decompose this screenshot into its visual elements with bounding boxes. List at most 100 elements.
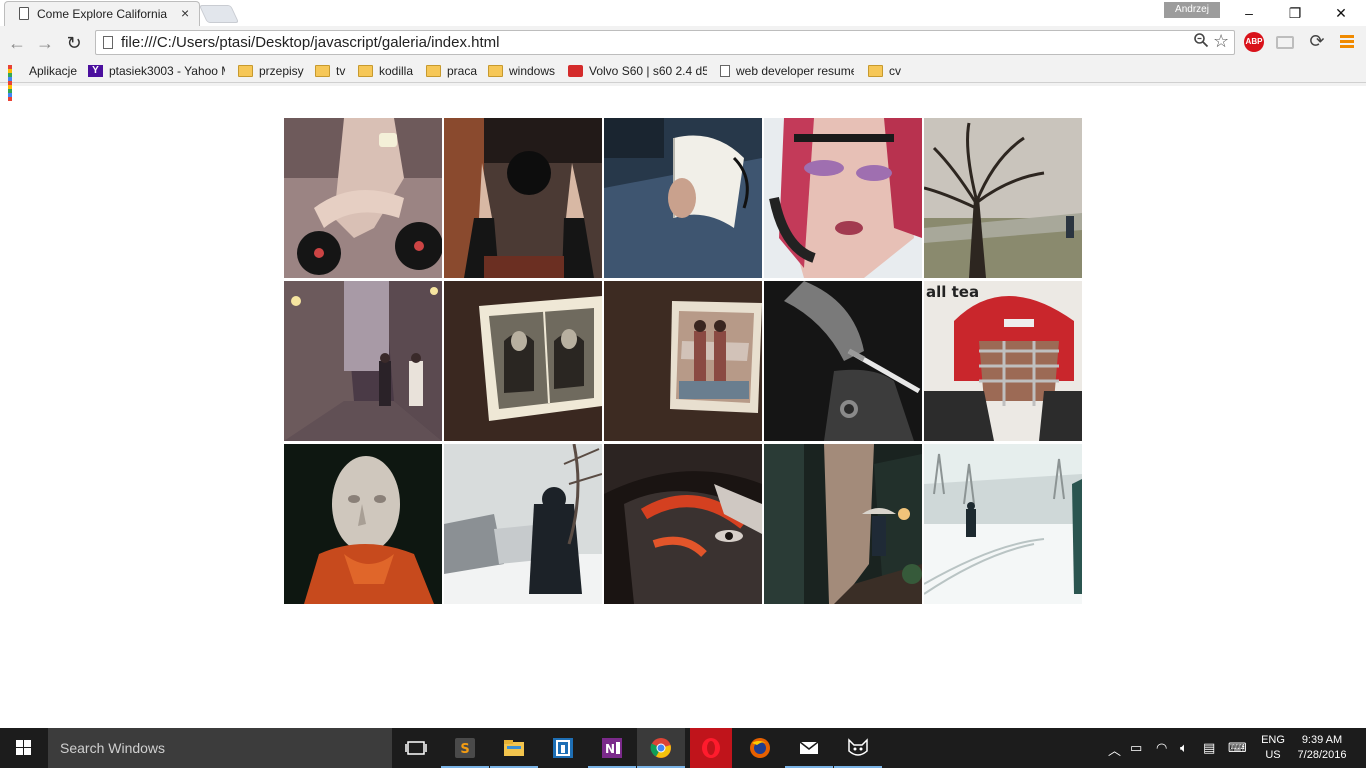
minimize-button[interactable]: – (1226, 2, 1272, 24)
folder-icon (426, 65, 441, 77)
gallery-photo-legs-with-vinyl-records[interactable] (284, 118, 442, 278)
bookmark-tv[interactable]: tv (315, 63, 345, 79)
gallery-photo-person-with-umbrella-alley[interactable] (764, 444, 922, 604)
volvo-icon (568, 65, 583, 77)
start-button[interactable] (0, 728, 48, 768)
windows-taskbar: Search Windows S N ︿ ▭ ◠ 🔈︎ ▤ ⌨ ENG US 9… (0, 728, 1366, 768)
gallery-photo-hand-with-cigarette[interactable] (764, 281, 922, 441)
opera-icon[interactable] (690, 728, 732, 768)
bookmark-label: ptasiek3003 - Yahoo M (109, 64, 225, 78)
bookmark-label: Aplikacje (29, 64, 78, 78)
chrome-menu-icon[interactable] (1340, 35, 1354, 49)
svg-text:N: N (605, 742, 615, 756)
folder-icon (488, 65, 503, 77)
clock-time: 9:39 AM (1301, 734, 1343, 746)
show-hidden-icons-icon[interactable]: ︿ (1108, 740, 1121, 759)
gallery-photo-old-photograph-men[interactable] (444, 281, 602, 441)
bookmark-label: kodilla (379, 64, 414, 78)
document-icon (720, 65, 730, 77)
bookmark-label: cv (889, 64, 901, 78)
folder-icon (315, 65, 330, 77)
bookmark-label: windows (509, 64, 556, 78)
gallery-photo-person-walking-snow[interactable] (924, 444, 1082, 604)
forward-button[interactable]: → (33, 31, 57, 55)
code-app-icon[interactable] (539, 728, 587, 768)
clock-date: 7/28/2016 (1297, 749, 1347, 761)
browser-toolbar: ← → ↻ file:///C:/Users/ptasi/Desktop/jav… (0, 26, 1366, 59)
gallery-photo-person-in-snow-with-car[interactable] (444, 444, 602, 604)
url-text[interactable]: file:///C:/Users/ptasi/Desktop/javascrip… (121, 34, 499, 51)
svg-text:all tea: all tea (926, 283, 979, 301)
bookmark-aplikacje[interactable]: Aplikacje (8, 63, 78, 101)
bookmark-przepisy[interactable]: przepisy (238, 63, 304, 79)
bookmark-web-developer-resume[interactable]: web developer resume (720, 63, 854, 79)
bookmark-label: przepisy (259, 64, 304, 78)
bookmark-volvo[interactable]: Volvo S60 | s60 2.4 d5 (568, 63, 707, 79)
bookmark-cv[interactable]: cv (868, 63, 901, 79)
folder-icon (358, 65, 373, 77)
gallery-photo-boots-with-vinyl-record[interactable] (444, 118, 602, 278)
mail-icon[interactable] (785, 728, 833, 768)
gallery-photo-tree-in-field[interactable] (924, 118, 1082, 278)
language-code: ENG (1261, 734, 1285, 746)
profile-user-badge[interactable]: Andrzej (1164, 2, 1220, 18)
apps-grid-icon (8, 65, 23, 101)
reload-button[interactable]: ↻ (62, 31, 86, 55)
battery-icon[interactable]: ▭ (1130, 740, 1142, 756)
gallery-photo-painted-face-mask[interactable] (604, 444, 762, 604)
gallery-photo-old-photograph-women[interactable] (604, 281, 762, 441)
task-view-icon[interactable] (392, 728, 440, 768)
taskbar-clock[interactable]: 9:39 AM 7/28/2016 (1294, 733, 1350, 763)
input-language[interactable]: ENG US (1258, 733, 1288, 763)
back-button[interactable]: ← (5, 31, 29, 55)
tab-strip: Come Explore California × Andrzej – ❐ ✕ (0, 0, 1366, 26)
new-tab-button[interactable] (198, 5, 240, 23)
wifi-icon[interactable]: ◠ (1156, 740, 1167, 756)
search-placeholder: Search Windows (60, 740, 166, 756)
gallery-photo-glass-head-orange-scarf[interactable] (284, 444, 442, 604)
tab-title: Come Explore California (37, 7, 168, 21)
bookmark-windows[interactable]: windows (488, 63, 555, 79)
sync-extension-icon[interactable]: ⟳ (1307, 31, 1327, 51)
zoom-icon[interactable] (1193, 32, 1209, 53)
taskbar-search[interactable]: Search Windows (48, 728, 392, 768)
adblock-extension-icon[interactable]: ABP (1244, 32, 1264, 52)
file-explorer-icon[interactable] (490, 728, 538, 768)
region-code: US (1265, 749, 1281, 761)
photo-gallery: all tea (284, 118, 1084, 604)
cast-extension-icon[interactable] (1276, 36, 1294, 49)
onenote-icon[interactable]: N (588, 728, 636, 768)
sublime-text-icon[interactable]: S (441, 728, 489, 768)
bookmark-label: praca (447, 64, 478, 78)
windows-logo-icon (16, 740, 31, 755)
bookmarks-bar: Aplikacje Y ptasiek3003 - Yahoo M przepi… (0, 59, 1366, 101)
restore-button[interactable]: ❐ (1272, 2, 1318, 24)
bookmark-yahoo[interactable]: Y ptasiek3003 - Yahoo M (88, 63, 225, 79)
page-info-icon[interactable] (103, 36, 113, 49)
action-center-icon[interactable]: ▤ (1203, 740, 1215, 756)
yahoo-icon: Y (88, 65, 103, 77)
tab-close-icon[interactable]: × (181, 5, 189, 21)
folder-icon (868, 65, 883, 77)
bookmark-label: Volvo S60 | s60 2.4 d5 (589, 64, 707, 78)
cat-app-icon[interactable] (834, 728, 882, 768)
bookmark-kodilla[interactable]: kodilla (358, 63, 413, 79)
firefox-icon[interactable] (736, 728, 784, 768)
bookmark-label: tv (336, 64, 346, 78)
folder-icon (238, 65, 253, 77)
chrome-icon[interactable] (637, 728, 685, 768)
bookmark-label: web developer resume (736, 64, 854, 78)
keyboard-icon[interactable]: ⌨ (1228, 740, 1247, 756)
close-window-button[interactable]: ✕ (1318, 2, 1364, 24)
bookmark-praca[interactable]: praca (426, 63, 477, 79)
browser-tab[interactable]: Come Explore California × (4, 1, 200, 26)
gallery-photo-football-helmet-player[interactable]: all tea (924, 281, 1082, 441)
page-icon (19, 7, 29, 20)
gallery-photo-woman-with-headphones[interactable] (764, 118, 922, 278)
gallery-photo-night-street-walkers[interactable] (284, 281, 442, 441)
volume-icon[interactable]: 🔈︎ (1180, 740, 1188, 756)
svg-text:S: S (460, 742, 469, 757)
gallery-photo-hands-holding-book[interactable] (604, 118, 762, 278)
bookmark-star-icon[interactable]: ☆ (1213, 31, 1229, 52)
address-bar[interactable]: file:///C:/Users/ptasi/Desktop/javascrip… (95, 30, 1235, 55)
